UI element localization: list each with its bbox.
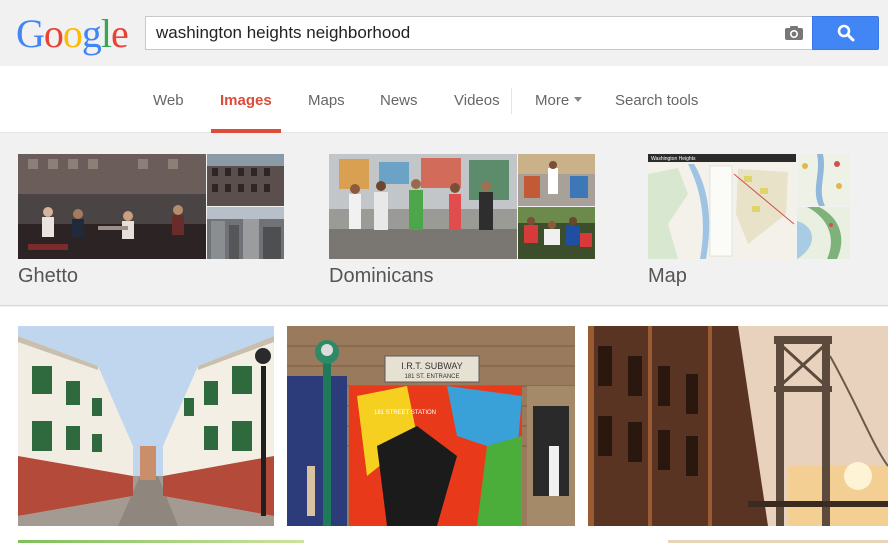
related-card-dominicans[interactable]: Dominicans <box>329 154 595 287</box>
result-bridge-image[interactable] <box>588 326 888 526</box>
tab-divider <box>511 88 512 114</box>
google-images-page: Google Web Images Maps News Videos More … <box>0 0 888 543</box>
related-images[interactable] <box>18 154 284 259</box>
related-label[interactable]: Map <box>648 265 687 288</box>
map-detail-photo <box>797 154 850 206</box>
search-tabs: Web Images Maps News Videos More Search … <box>0 66 888 133</box>
related-searches: Ghetto Dominicans Washington Heights Map <box>0 134 888 306</box>
aerial-photo <box>207 207 284 259</box>
tab-maps[interactable]: Maps <box>308 92 345 109</box>
tab-more[interactable]: More <box>535 92 583 109</box>
subway-sign-line2: 181 ST. ENTRANCE <box>404 374 459 380</box>
header: Google <box>0 0 888 66</box>
bridge-sunset-photo <box>588 326 888 526</box>
logo-letter: o <box>62 11 83 56</box>
magnifier-icon <box>837 24 855 42</box>
storefront-photo <box>518 154 595 206</box>
result-subway-image[interactable]: I.R.T. SUBWAY 181 ST. ENTRANCE 181 STREE… <box>287 326 575 526</box>
caret-down-icon <box>574 97 583 102</box>
logo-letter: o <box>43 11 64 56</box>
tab-search-tools[interactable]: Search tools <box>615 92 698 109</box>
subway-sign-line1: I.R.T. SUBWAY <box>401 361 463 371</box>
parade-photo <box>518 207 595 259</box>
search-button[interactable] <box>812 16 879 50</box>
related-images[interactable]: Washington Heights <box>648 154 888 259</box>
rowhouses-photo <box>18 326 274 526</box>
related-card-ghetto[interactable]: Ghetto <box>18 154 284 287</box>
active-tab-indicator <box>211 129 281 133</box>
logo-letter: g <box>81 11 102 56</box>
rooftop-photo <box>18 154 206 259</box>
tab-images[interactable]: Images <box>220 92 272 109</box>
google-logo[interactable]: Google <box>16 11 129 56</box>
tab-more-label: More <box>535 92 570 109</box>
street-group-photo <box>329 154 517 259</box>
related-label[interactable]: Ghetto <box>18 265 78 288</box>
tab-news[interactable]: News <box>380 92 418 109</box>
map-photo: Washington Heights <box>648 154 796 259</box>
logo-letter: l <box>100 11 112 56</box>
logo-letter: G <box>16 11 45 56</box>
related-label[interactable]: Dominicans <box>329 265 433 288</box>
building-photo <box>207 154 284 206</box>
search-input[interactable] <box>156 17 776 49</box>
subway-entrance-photo: I.R.T. SUBWAY 181 ST. ENTRANCE 181 STREE… <box>287 326 575 526</box>
search-box <box>145 16 812 50</box>
subway-sign-line3: 181 STREET STATION <box>374 410 436 416</box>
map-park-photo <box>797 207 850 259</box>
result-rowhouses-image[interactable] <box>18 326 274 526</box>
camera-icon[interactable] <box>784 25 804 41</box>
tab-web[interactable]: Web <box>153 92 184 109</box>
related-card-map[interactable]: Washington Heights Map <box>648 154 888 287</box>
image-results: I.R.T. SUBWAY 181 ST. ENTRANCE 181 STREE… <box>0 307 888 543</box>
logo-letter: e <box>111 11 129 56</box>
map-thumb-title: Washington Heights <box>651 156 696 162</box>
related-images[interactable] <box>329 154 595 259</box>
tab-videos[interactable]: Videos <box>454 92 500 109</box>
